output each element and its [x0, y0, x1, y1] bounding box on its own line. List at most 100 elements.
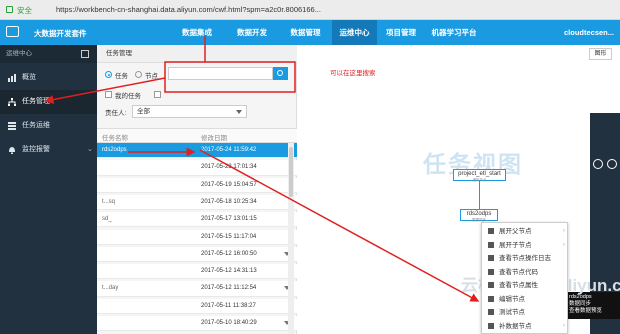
menu-item-label: 查看节点操作日志 [499, 255, 551, 262]
address-field[interactable]: https://workbench-cn-shanghai.data.aliyu… [56, 5, 486, 14]
task-name: t...sq [102, 198, 116, 205]
context-menu-item[interactable]: 展开子节点 › [482, 239, 569, 252]
sidebar-header: 运维中心 [0, 45, 97, 63]
task-date: 2017-05-12 11:12:54 [201, 285, 257, 292]
table-row[interactable]: rds2odps 2017-05-24 11:59:42 [97, 143, 297, 159]
zoom-in-icon[interactable] [593, 159, 603, 169]
nav-project-management[interactable]: 项目管理 [380, 20, 422, 45]
menu-item-icon [488, 255, 494, 261]
radio-node-label: 节点 [145, 73, 158, 80]
nav-operations-center[interactable]: 运维中心 [332, 20, 377, 45]
context-menu-item[interactable]: 查看节点操作日志 [482, 252, 569, 265]
chart-icon [8, 74, 16, 82]
menu-item-label: 查看节点属性 [499, 282, 538, 289]
table-row[interactable]: 2017-05-15 11:17:04 [97, 229, 297, 245]
filter-checkbox[interactable] [154, 91, 161, 98]
browser-url-bar: 安全 https://workbench-cn-shanghai.data.al… [0, 0, 620, 20]
my-task-checkbox[interactable] [105, 91, 112, 98]
table-row[interactable]: sd_ 2017-05-17 13:01:15 [97, 212, 297, 228]
annotation-note: 可以在这里搜索 [330, 70, 376, 77]
task-name: rds2odps [102, 147, 127, 153]
task-name: t...day [102, 285, 119, 292]
node-project-etl-start[interactable]: project_etl_start 虚拟节点 [453, 169, 506, 182]
sidebar: 运维中心 概览 任务管理 任务运维 监控报警 ⌄ [0, 45, 97, 334]
table-row[interactable]: 2017-05-10 18:40:29 [97, 316, 297, 332]
scrollbar-thumb[interactable] [289, 147, 293, 197]
scrollbar[interactable] [288, 143, 294, 334]
secure-label: 安全 [17, 6, 32, 15]
task-date: 2017-05-17 13:01:15 [201, 216, 257, 223]
nav-data-development[interactable]: 数据开发 [222, 20, 282, 45]
tooltip-type: 数据同步 [569, 301, 592, 307]
user-menu[interactable]: cloudtecsen... [564, 28, 614, 37]
logo-icon [6, 26, 19, 37]
task-graph-canvas[interactable]: 可以在这里搜索 图形 任务视图 project_etl_start 虚拟节点 r… [298, 45, 620, 334]
menu-item-label: 编辑节点 [499, 295, 525, 303]
task-date: 2017-05-15 11:17:04 [201, 233, 257, 240]
zoom-out-icon[interactable] [607, 159, 617, 169]
search-button[interactable] [273, 67, 288, 80]
tooltip-preview: 查看数据预览 [569, 308, 603, 314]
top-navigation: 大数据开发套件 数据集成 数据开发 数据管理 运维中心 项目管理 机器学习平台 … [0, 20, 620, 45]
owner-value: 全部 [137, 108, 150, 115]
chevron-right-icon: › [563, 322, 565, 329]
my-task-label: 我的任务 [115, 93, 141, 100]
context-menu-item[interactable]: 查看节点代码 [482, 266, 569, 279]
table-row[interactable]: t...day 2017-05-12 11:12:54 [97, 281, 297, 297]
sidebar-item-task-ops[interactable]: 任务运维 [0, 114, 97, 138]
context-menu-item[interactable]: 查看节点属性 [482, 279, 569, 292]
sidebar-item-task-management[interactable]: 任务管理 [0, 90, 97, 114]
radio-task-label: 任务 [115, 73, 128, 80]
panel-title: 任务管理 [97, 45, 297, 63]
menu-item-label: 测试节点 [499, 309, 525, 316]
table-header: 任务名称 修改日期 [97, 128, 297, 143]
menu-item-icon [488, 322, 494, 329]
sidebar-item-label: 监控报警 [22, 146, 50, 153]
alarm-icon [9, 147, 15, 154]
table-row[interactable]: t...sq 2017-05-18 10:25:34 [97, 194, 297, 211]
menu-item-icon [488, 282, 494, 288]
context-menu-item[interactable]: 测试节点 [482, 306, 569, 319]
grid-icon[interactable] [81, 50, 89, 58]
table-row[interactable]: 2017-05-11 11:38:27 [97, 298, 297, 314]
task-name: sd_ [102, 216, 112, 223]
context-menu-item[interactable]: 补数据节点 › [482, 320, 569, 333]
sidebar-item-label: 任务运维 [22, 122, 50, 129]
context-menu-item[interactable]: 展开父节点 › [482, 225, 569, 238]
owner-label: 责任人: [105, 110, 127, 117]
task-date: 2017-05-24 11:59:42 [201, 147, 257, 153]
chevron-right-icon: › [563, 241, 565, 248]
menu-item-icon [488, 228, 494, 234]
task-panel: 任务管理 任务 节点 我的任务 责任人: 全部 任务名称 修改日期 rds2od… [97, 45, 297, 334]
table-row[interactable]: 2017-05-12 16:00:50 [97, 246, 297, 263]
search-icon [277, 70, 283, 76]
table-row[interactable]: 2017-05-12 14:31:13 [97, 264, 297, 280]
node-rds2odps[interactable]: rds2odps 数据同步 [460, 209, 498, 222]
product-title[interactable]: 大数据开发套件 [34, 28, 87, 39]
task-list: rds2odps 2017-05-24 11:59:42 2017-05-23 17… [97, 143, 297, 334]
sidebar-item-monitoring[interactable]: 监控报警 ⌄ [0, 138, 97, 162]
tree-icon [8, 98, 16, 106]
sidebar-item-overview[interactable]: 概览 [0, 66, 97, 90]
sidebar-item-label: 概览 [22, 74, 36, 81]
search-input[interactable] [168, 67, 273, 80]
nav-data-management[interactable]: 数据管理 [282, 20, 329, 45]
radio-node[interactable] [135, 71, 142, 78]
node-tooltip: rds2odps 数据同步 查看数据预览 [566, 292, 620, 319]
context-menu-item[interactable]: 编辑节点 [482, 293, 569, 306]
menu-item-icon [488, 241, 494, 248]
graph-view-button[interactable]: 图形 [589, 48, 612, 60]
table-row[interactable]: 2017-05-23 17:01:34 [97, 160, 297, 176]
nav-data-integration[interactable]: 数据集成 [172, 20, 222, 45]
table-row[interactable]: 2017-05-19 15:04:57 [97, 177, 297, 193]
menu-item-icon [488, 268, 494, 275]
task-date: 2017-05-23 17:01:34 [201, 164, 257, 171]
col-date-header: 修改日期 [201, 135, 227, 142]
owner-select[interactable]: 全部 [132, 105, 247, 118]
lock-icon [6, 6, 13, 13]
task-date: 2017-05-10 18:40:29 [201, 320, 257, 326]
nav-machine-learning[interactable]: 机器学习平台 [428, 20, 480, 45]
menu-item-icon [488, 295, 494, 302]
task-date: 2017-05-12 14:31:13 [201, 268, 257, 275]
radio-task[interactable] [105, 71, 112, 78]
